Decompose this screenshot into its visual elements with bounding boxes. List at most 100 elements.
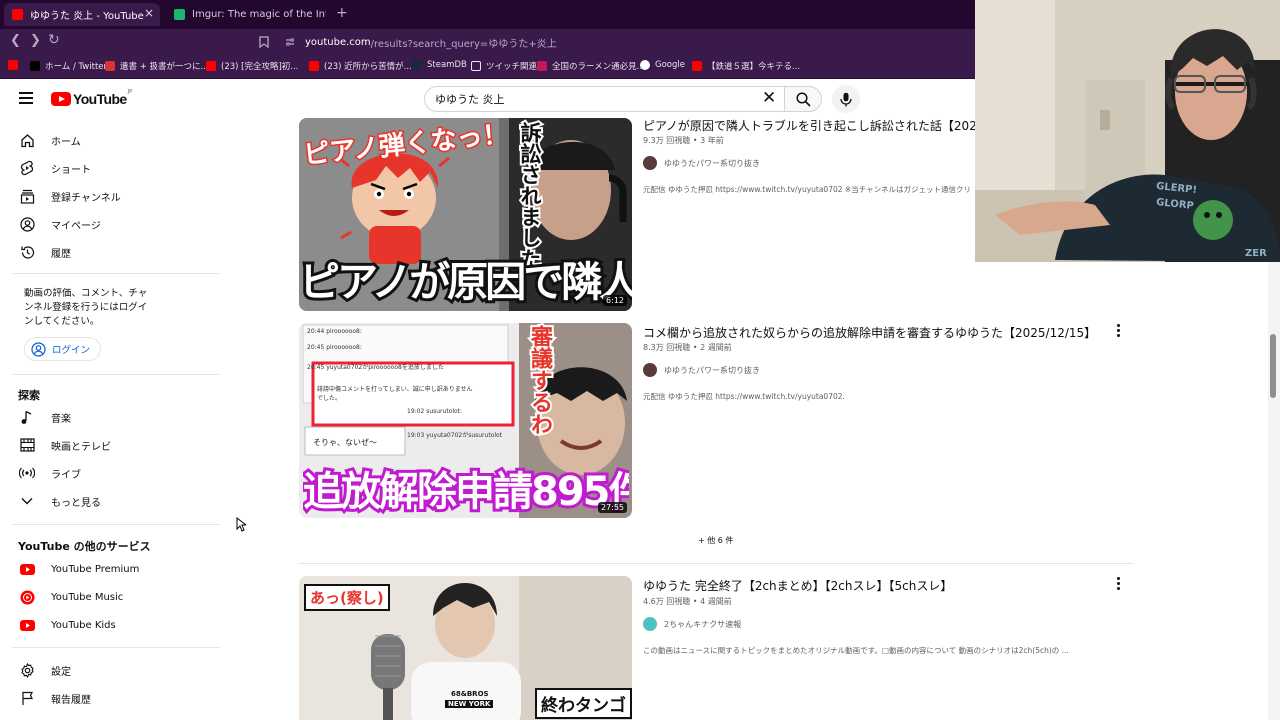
account-icon [18, 215, 36, 233]
youtube-favicon-icon [309, 61, 319, 71]
sidebar-item-home[interactable]: ホーム [18, 129, 81, 151]
x-logo-icon [30, 61, 40, 71]
login-button[interactable]: ログイン [24, 337, 102, 361]
forward-icon[interactable]: ❯ [30, 33, 41, 48]
sidebar-item-label: 登録チャンネル [51, 192, 121, 204]
video-meta: 4.6万 回視聴 • 4 週間前 [643, 597, 732, 606]
url-field[interactable]: youtube.com/results?search_query=ゆゆうた+炎上 [305, 32, 1005, 52]
sidebar-item-live[interactable]: ライブ [18, 462, 81, 484]
channel-avatar [643, 363, 657, 377]
sidebar-divider [12, 647, 220, 648]
thumbnail-side-caption: 審議するわ [525, 323, 554, 437]
more-actions-icon[interactable] [1114, 577, 1122, 592]
video-thumbnail[interactable]: 20:44 piroooooo8: 20:45 piroooooo8: 20:4… [299, 323, 632, 518]
search-button[interactable] [784, 86, 822, 112]
bookmark-youtube[interactable] [8, 60, 23, 70]
bookmark-folder-twitch[interactable]: ツイッチ関連 [471, 60, 537, 72]
music-note-icon [18, 408, 36, 426]
tab-imgur[interactable]: Imgur: The magic of the Internet [166, 3, 326, 26]
video-meta: 8.3万 回視聴 • 2 週間前 [643, 343, 732, 352]
sidebar-item-label: 設定 [51, 666, 71, 678]
url-path: /results?search_query=ゆゆうた+炎上 [370, 38, 557, 50]
more-from-youtube-heading: YouTube の他のサービス [18, 540, 151, 553]
channel-link[interactable]: 2ちゃんキナクサ速報 [643, 617, 741, 631]
bookmark-google[interactable]: Google [640, 60, 685, 70]
chat-line: 20:45 piroooooo8: [307, 344, 362, 351]
video-description: 元配信 ゆゆうた押忍 https://www.twitch.tv/yuyuta0… [643, 185, 971, 194]
sidebar-item-history[interactable]: 履歴 [18, 241, 71, 263]
sidebar-item-label: ライブ [51, 469, 81, 481]
channel-name: ゆゆうたパワー系切り抜き [664, 158, 760, 168]
sidebar-item-report-history[interactable]: 報告履歴 [18, 687, 91, 709]
sidebar-divider [12, 374, 220, 375]
explore-heading: 探索 [18, 389, 40, 402]
bookmark-favicon-icon [105, 61, 115, 71]
video-title[interactable]: ゆゆうた 完全終了【2chまとめ】【2chスレ】【5chスレ】 [643, 577, 952, 594]
sidebar-item-label: 履歴 [51, 248, 71, 260]
shirt-print-line-3: ZER [1245, 248, 1267, 259]
video-thumbnail[interactable]: ピアノ弾くなっ！ 訴訟されました ピアノが原因で隣人トラブル 6:12 [299, 118, 632, 311]
show-more-results-button[interactable]: + 他 6 件 [698, 535, 733, 546]
login-label: ログイン [52, 345, 91, 356]
sidebar-item-premium[interactable]: YouTube Premium [18, 558, 139, 580]
bookmark-icon[interactable] [259, 36, 269, 48]
sidebar-item-you[interactable]: マイページ [18, 213, 101, 235]
bookmark-twitter[interactable]: ホーム / Twitter [30, 60, 107, 72]
chat-log: 20:44 piroooooo8: 20:45 piroooooo8: 20:4… [307, 327, 507, 441]
account-icon [31, 341, 46, 357]
url-host: youtube.com [305, 36, 371, 48]
youtube-music-icon [18, 588, 36, 606]
youtube-logo[interactable]: YouTube JP [51, 89, 132, 107]
video-title[interactable]: コメ欄から追放された奴らからの追放解除申請を審査するゆゆうた【2025/12/1… [643, 324, 1096, 341]
chat-line: 20:45 yuyuta0702がpiroooooo8を追放しました [307, 364, 444, 371]
close-tab-icon[interactable]: × [144, 6, 154, 20]
imgur-favicon-icon [174, 9, 185, 20]
sidebar-item-settings[interactable]: 設定 [18, 659, 71, 681]
search-input[interactable]: ゆゆうた 炎上 [424, 86, 784, 112]
scrollbar-thumb[interactable] [1270, 334, 1276, 398]
sidebar-divider [12, 524, 220, 525]
bookmark-item[interactable]: 【鉄道５選】今キテる... [692, 60, 800, 72]
new-tab-button[interactable]: + [336, 5, 348, 21]
channel-link[interactable]: ゆゆうたパワー系切り抜き [643, 363, 760, 377]
bookmark-label: SteamDB [427, 60, 467, 70]
sidebar-item-kids[interactable]: YouTube Kids [18, 614, 116, 636]
bookmark-steamdb[interactable]: SteamDB [412, 60, 467, 70]
back-icon[interactable]: ❮ [10, 33, 21, 48]
chat-line: 19:03 yuyuta0702がsusurutolot [407, 432, 503, 439]
thumbnail-main-caption: ピアノが原因で隣人トラブル [299, 255, 632, 308]
more-actions-icon[interactable] [1114, 324, 1122, 339]
bookmark-label: (23) [完全攻略]初... [221, 62, 299, 72]
sidebar-item-shorts[interactable]: ショート [18, 157, 91, 179]
video-title[interactable]: ピアノが原因で隣人トラブルを引き起こし訴訟された話【2025 [643, 117, 975, 134]
sidebar-item-movies[interactable]: 映画とテレビ [18, 434, 111, 456]
video-description: 元配信 ゆゆうた押忍 https://www.twitch.tv/yuyuta0… [643, 392, 845, 401]
thumbnail-end-caption: 終わタンゴ [535, 688, 632, 719]
thumbnail-main-caption: 追放解除申請895件 [303, 466, 629, 517]
reload-icon[interactable]: ↻ [48, 32, 60, 48]
bookmark-item[interactable]: 全国のラーメン通必見... [537, 60, 645, 72]
site-settings-icon[interactable] [285, 37, 295, 47]
sidebar-item-label: ホーム [51, 136, 81, 148]
live-icon [18, 464, 36, 482]
webcam-image [975, 0, 1280, 262]
shirt-brand-text: 68&BROS [451, 690, 489, 698]
bookmark-item[interactable]: (23) [完全攻略]初... [206, 60, 298, 72]
sidebar-item-music-app[interactable]: YouTube Music [18, 586, 123, 608]
clear-search-icon[interactable]: ✕ [762, 88, 776, 108]
menu-icon[interactable] [19, 92, 33, 104]
bookmark-item[interactable]: (23) 近所から苦情が... [309, 60, 412, 72]
sidebar-item-show-more[interactable]: もっと見る [18, 490, 101, 512]
video-thumbnail[interactable]: あっ(察し) 68&BROS NEW YORK 終わタンゴ [299, 576, 632, 720]
channel-avatar [643, 617, 657, 631]
sidebar-item-label: 報告履歴 [51, 694, 91, 706]
voice-search-button[interactable] [832, 85, 860, 113]
sidebar-item-music[interactable]: 音楽 [18, 406, 71, 428]
thumbnail-tag-caption: あっ(察し) [304, 584, 390, 611]
tab-youtube[interactable]: ゆゆうた 炎上 - YouTube × [4, 3, 160, 26]
youtube-favicon-icon [206, 61, 216, 71]
sidebar-item-subscriptions[interactable]: 登録チャンネル [18, 185, 121, 207]
bookmark-item[interactable]: 遺書 + 扱書が一つに... [105, 60, 209, 72]
channel-link[interactable]: ゆゆうたパワー系切り抜き [643, 156, 760, 170]
history-icon [18, 243, 36, 261]
